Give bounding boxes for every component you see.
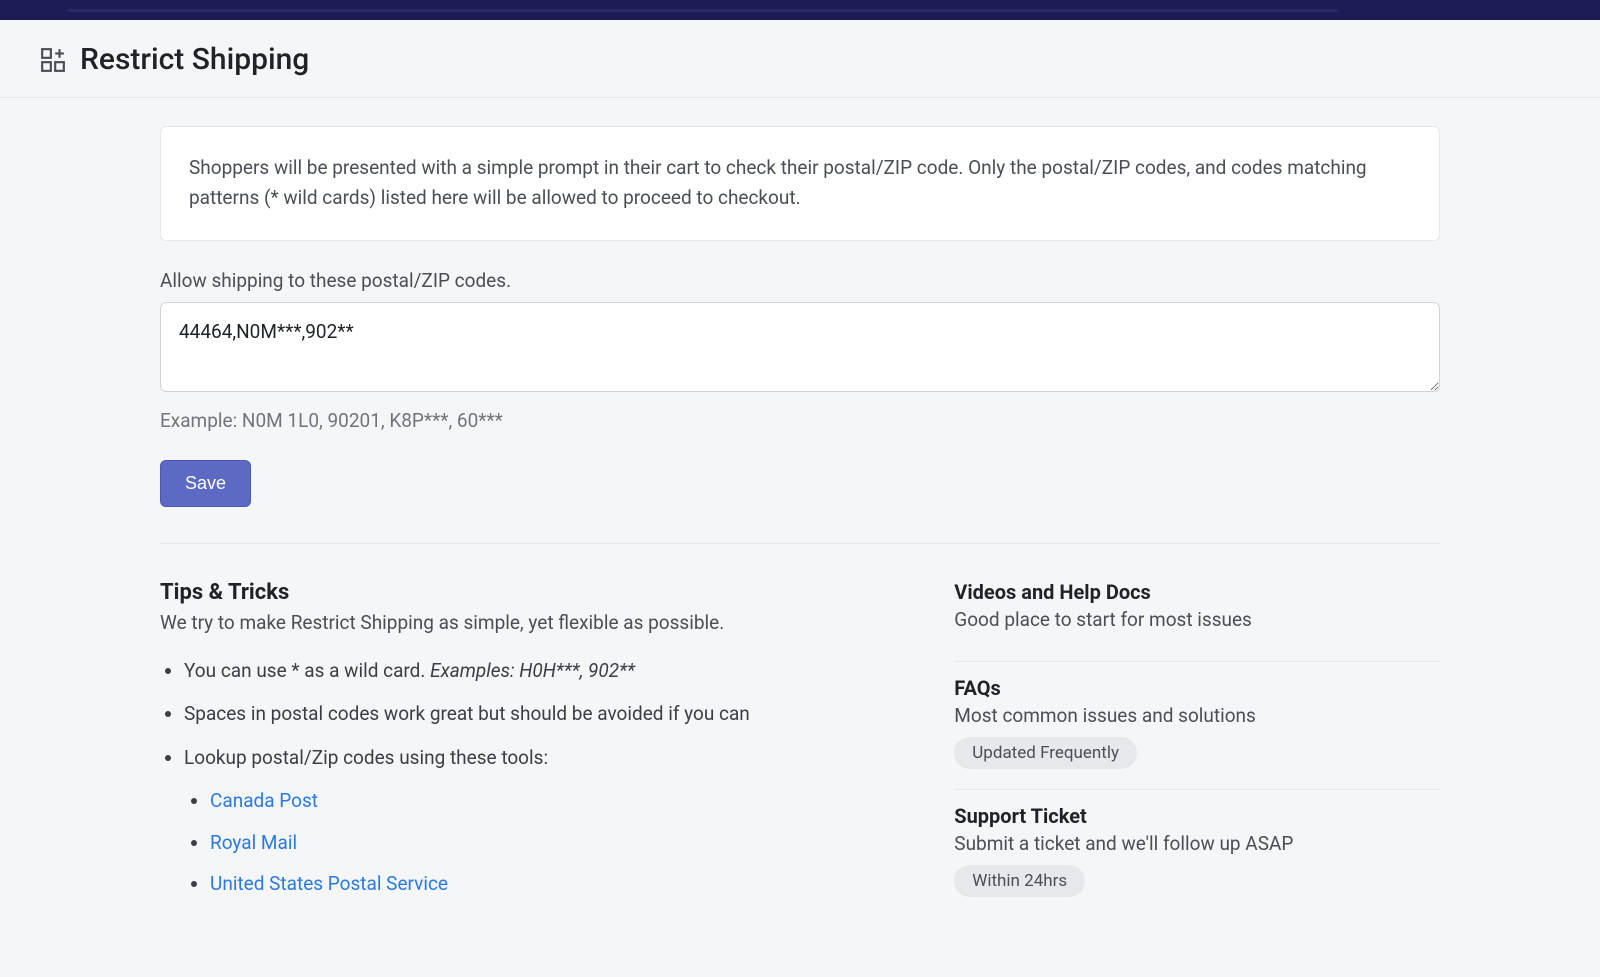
tip-item-spaces: Spaces in postal codes work great but sh… (184, 699, 864, 728)
page-title: Restrict Shipping (80, 42, 309, 77)
help-videos-sub: Good place to start for most issues (954, 608, 1440, 631)
main-content: Shoppers will be presented with a simple… (120, 98, 1480, 977)
list-item: Royal Mail (210, 828, 864, 857)
usps-link[interactable]: United States Postal Service (210, 872, 448, 895)
tip-lookup-text: Lookup postal/Zip codes using these tool… (184, 746, 548, 769)
canada-post-link[interactable]: Canada Post (210, 789, 318, 812)
tips-list: You can use * as a wild card. Examples: … (160, 656, 864, 899)
tip-item-wildcard: You can use * as a wild card. Examples: … (184, 656, 864, 685)
help-videos-title: Videos and Help Docs (954, 580, 1440, 604)
help-section: Videos and Help Docs Good place to start… (954, 580, 1440, 917)
tip-item-lookup: Lookup postal/Zip codes using these tool… (184, 743, 864, 899)
tip-wildcard-text: You can use * as a wild card. (184, 659, 430, 682)
help-support-ticket[interactable]: Support Ticket Submit a ticket and we'll… (954, 789, 1440, 917)
save-button[interactable]: Save (160, 460, 251, 507)
help-videos[interactable]: Videos and Help Docs Good place to start… (954, 580, 1440, 661)
help-ticket-sub: Submit a ticket and we'll follow up ASAP (954, 832, 1440, 855)
ticket-badge: Within 24hrs (954, 865, 1085, 897)
faqs-badge: Updated Frequently (954, 737, 1137, 769)
info-text: Shoppers will be presented with a simple… (189, 156, 1367, 209)
top-bar-search-placeholder (68, 9, 1338, 12)
tips-section: Tips & Tricks We try to make Restrict Sh… (160, 580, 864, 913)
page-header: Restrict Shipping (0, 20, 1600, 98)
postal-codes-hint: Example: N0M 1L0, 90201, K8P***, 60*** (160, 409, 1440, 432)
help-faqs-sub: Most common issues and solutions (954, 704, 1440, 727)
top-nav-bar (0, 0, 1600, 20)
postal-codes-input[interactable] (160, 302, 1440, 392)
bottom-columns: Tips & Tricks We try to make Restrict Sh… (160, 580, 1440, 917)
app-grid-icon (40, 47, 66, 73)
tips-title: Tips & Tricks (160, 580, 864, 605)
postal-codes-label: Allow shipping to these postal/ZIP codes… (160, 269, 1440, 292)
tip-wildcard-examples: Examples: H0H***, 902** (430, 659, 635, 682)
tips-subtitle: We try to make Restrict Shipping as simp… (160, 611, 864, 634)
postal-codes-field-group: Allow shipping to these postal/ZIP codes… (160, 269, 1440, 432)
help-faqs[interactable]: FAQs Most common issues and solutions Up… (954, 661, 1440, 789)
divider (160, 543, 1440, 544)
help-ticket-title: Support Ticket (954, 804, 1440, 828)
list-item: Canada Post (210, 786, 864, 815)
lookup-links-list: Canada Post Royal Mail United States Pos… (184, 786, 864, 898)
royal-mail-link[interactable]: Royal Mail (210, 831, 297, 854)
help-faqs-title: FAQs (954, 676, 1440, 700)
info-card: Shoppers will be presented with a simple… (160, 126, 1440, 241)
list-item: United States Postal Service (210, 869, 864, 898)
